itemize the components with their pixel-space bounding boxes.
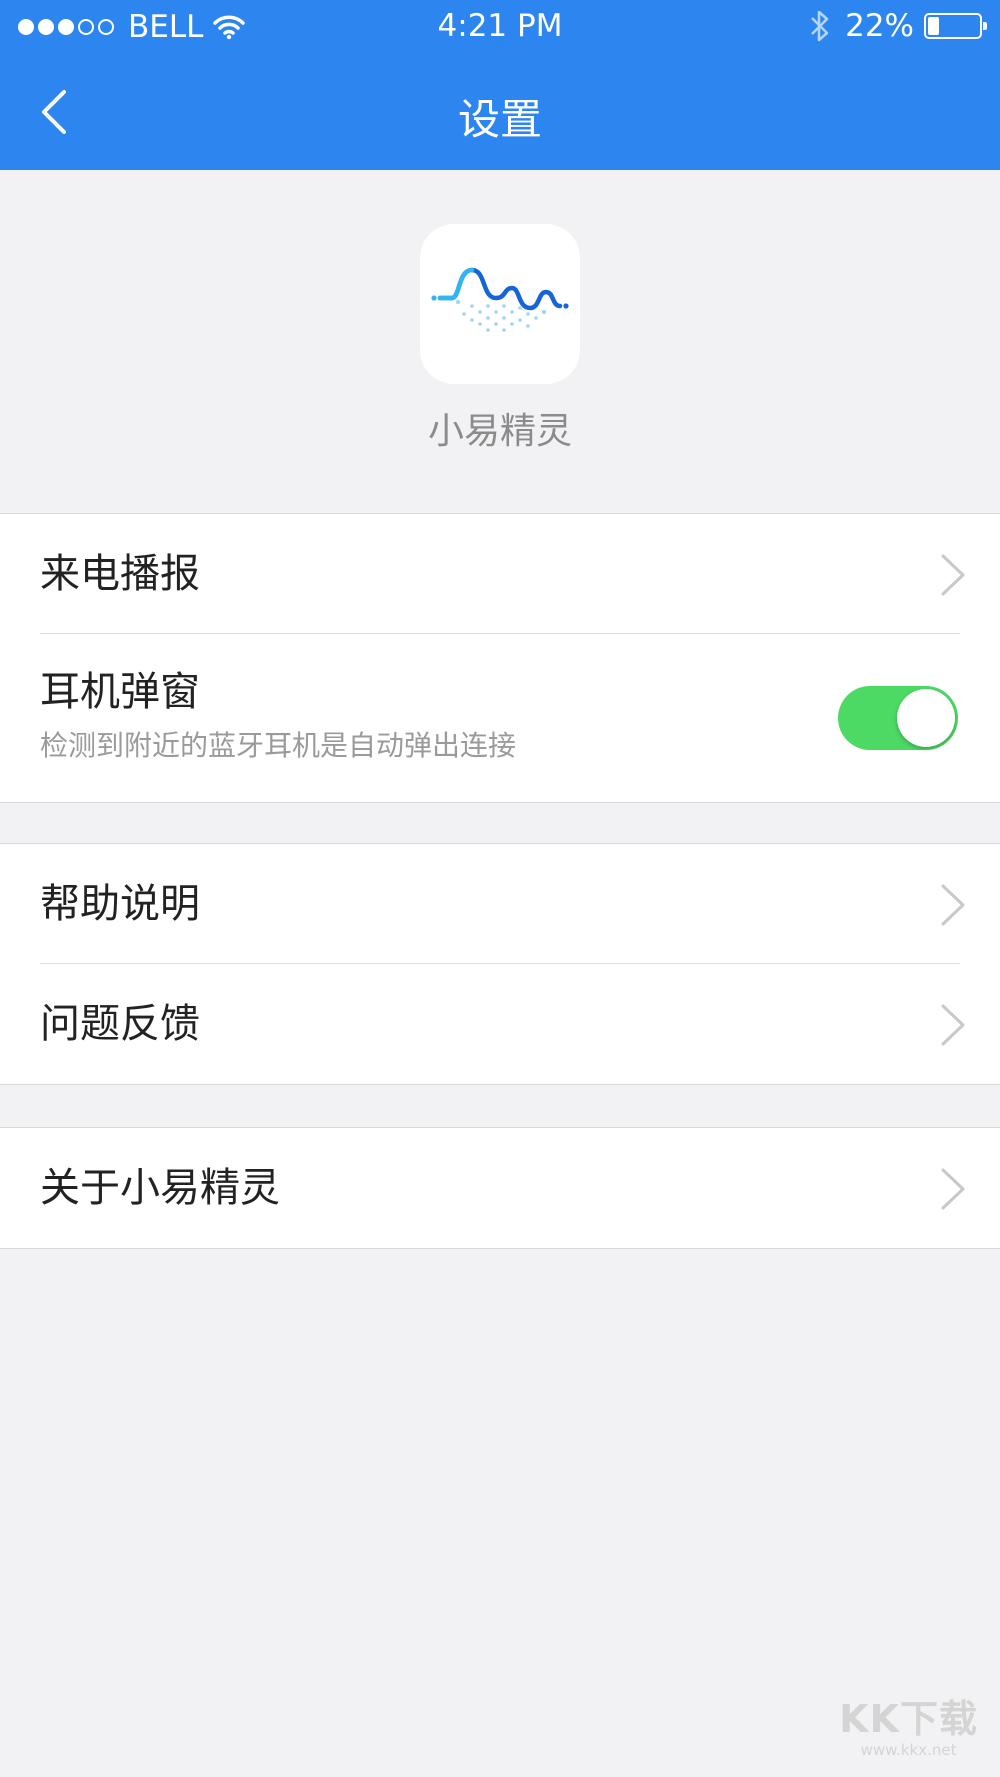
row-label: 帮助说明 [40,881,200,927]
headphone-popup-row: 耳机弹窗 检测到附近的蓝牙耳机是自动弹出连接 [0,634,1000,802]
status-bar: BELL 4:21 PM 22% [0,0,1000,54]
chevron-right-icon [941,554,965,596]
page-title: 设置 [457,95,542,144]
chevron-right-icon [941,1004,965,1046]
chevron-right-icon [941,884,965,926]
settings-group-2: 帮助说明 问题反馈 [0,843,1000,1085]
watermark-url: www.kkx.net [860,1741,957,1759]
navigation-bar: 设置 [0,64,1000,160]
waveform-logo-icon [420,224,580,384]
about-row[interactable]: 关于小易精灵 [0,1128,1000,1248]
row-label: 来电播报 [40,551,200,597]
row-label: 关于小易精灵 [40,1165,280,1211]
watermark-logo: KK下载 [839,1697,978,1741]
headphone-popup-toggle[interactable] [838,686,958,750]
battery-percent: 22% [845,8,914,44]
row-label: 耳机弹窗 [40,669,200,715]
chevron-right-icon [941,1168,965,1210]
row-label: 问题反馈 [40,1001,200,1047]
app-name: 小易精灵 [427,411,572,452]
header-bar: BELL 4:21 PM 22% 设置 [0,0,1000,170]
watermark: KK下载 www.kkx.net [839,1688,978,1759]
row-subtitle: 检测到附近的蓝牙耳机是自动弹出连接 [40,729,517,762]
call-announcement-row[interactable]: 来电播报 [0,514,1000,634]
battery-level [928,17,939,35]
settings-group-3: 关于小易精灵 [0,1127,1000,1249]
battery-icon [924,13,987,39]
app-info: 小易精灵 [0,170,1000,513]
feedback-row[interactable]: 问题反馈 [0,964,1000,1084]
bluetooth-icon [811,10,829,42]
help-row[interactable]: 帮助说明 [0,844,1000,964]
status-right: 22% [809,8,987,44]
toggle-knob [897,689,955,747]
settings-group-1: 来电播报 耳机弹窗 检测到附近的蓝牙耳机是自动弹出连接 [0,513,1000,803]
